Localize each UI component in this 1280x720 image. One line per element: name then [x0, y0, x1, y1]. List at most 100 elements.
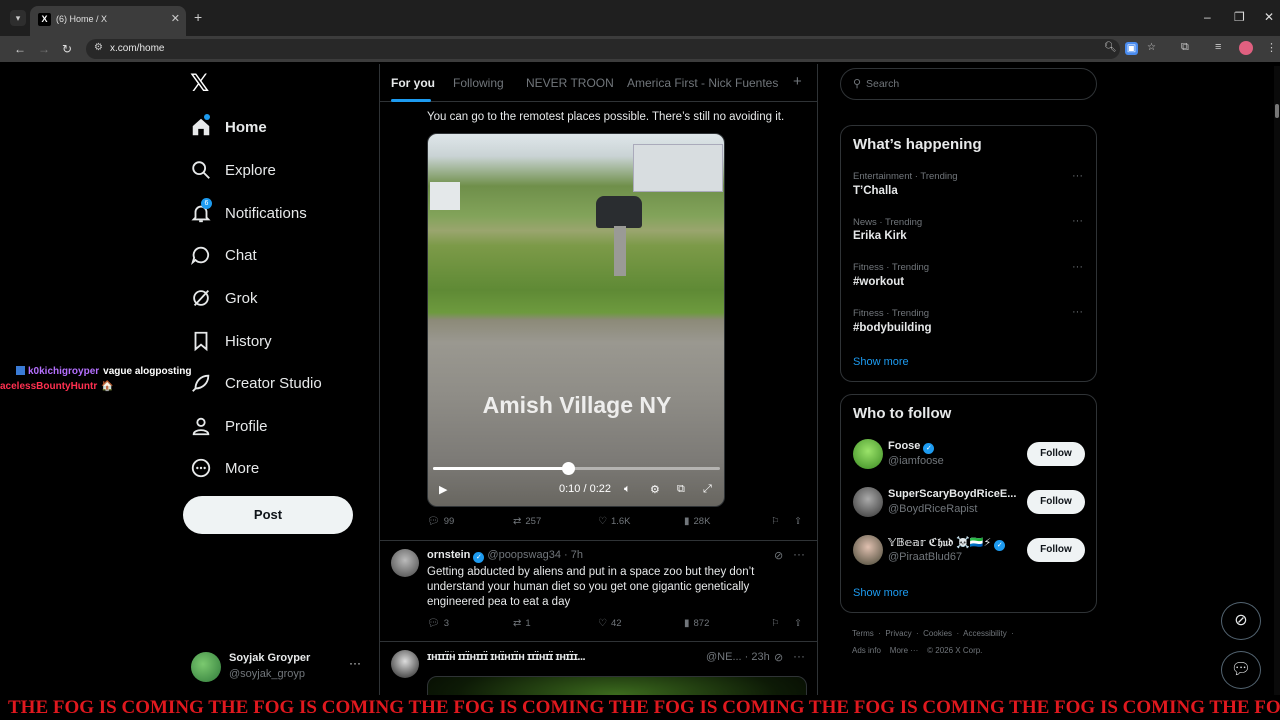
footer-link[interactable]: Accessibility	[963, 629, 1007, 638]
x-logo-icon[interactable]: 𝕏	[190, 71, 214, 97]
more-dots-icon[interactable]: ···	[1072, 215, 1083, 227]
address-bar[interactable]: ⚙ x.com/home 🔍︎ ▣ ☆	[86, 39, 1156, 59]
site-info-icon[interactable]: ⚙	[94, 42, 103, 53]
tab-following[interactable]: Following	[453, 76, 504, 90]
author-handle[interactable]: @NE... · 23h	[706, 651, 770, 663]
fullscreen-icon[interactable]: ⤢	[703, 483, 712, 496]
like-button[interactable]: ♡ 1.6K	[598, 516, 631, 527]
nav-creator-studio[interactable]: Creator Studio	[190, 367, 322, 399]
trend-item[interactable]: T’Challa	[853, 185, 898, 197]
back-icon[interactable]: ←	[14, 41, 26, 57]
like-button[interactable]: ♡ 42	[598, 618, 622, 629]
trend-item[interactable]: #workout	[853, 276, 904, 288]
author-name[interactable]: ɪʜɪɪɪ̈ʜ̈ ɪɪɪ̈ʜɪɪɪ̈ ɪʜɪ̈ʜɪɪ̈ʜ ɪɪɪ̈ʜɪɪ̈ ɪʜ…	[427, 651, 586, 663]
grok-explain-icon[interactable]: ⊘	[774, 651, 783, 664]
scrollbar-thumb[interactable]	[1275, 104, 1279, 118]
bookmark-post-icon[interactable]: ⚐	[771, 618, 780, 629]
author-name[interactable]: ornstein	[427, 549, 470, 561]
nav-history[interactable]: History	[190, 325, 272, 357]
follow-button[interactable]: Follow	[1027, 442, 1085, 466]
reply-button[interactable]: 💬︎ 3	[427, 618, 449, 629]
minimize-icon[interactable]: –	[1204, 10, 1211, 24]
pip-icon[interactable]: ⧉	[677, 483, 685, 496]
share-icon[interactable]: ⇪	[794, 618, 802, 629]
video-player[interactable]: Amish Village NY ▶ 0:10 / 0:22 🔈︎ ⚙ ⧉ ⤢	[427, 133, 725, 507]
footer-link[interactable]: Cookies	[923, 629, 952, 638]
nav-notifications[interactable]: 6 Notifications	[190, 197, 307, 229]
footer-link[interactable]: Terms	[852, 629, 874, 638]
more-dots-icon[interactable]: ···	[349, 656, 361, 670]
search-input[interactable]: Search	[866, 78, 899, 90]
new-tab-icon[interactable]: +	[194, 10, 202, 24]
window-close-icon[interactable]: ✕	[1264, 10, 1274, 24]
footer-link[interactable]: Ads info	[852, 646, 881, 655]
volume-icon[interactable]: 🔈︎	[624, 483, 631, 496]
media-control-icon[interactable]: ≡	[1215, 41, 1221, 53]
avatar[interactable]	[853, 487, 883, 517]
extensions-icon[interactable]: ⧉	[1181, 41, 1189, 54]
follow-suggestion-name[interactable]: 𝕐𝔹𝕖𝕒𝕣 ℭ𝔥𝔲𝔡 ☠️🇸🇱⚡ ✓	[888, 536, 1008, 551]
footer-link[interactable]: More ···	[890, 646, 918, 655]
repost-button[interactable]: ⇄ 1	[513, 618, 531, 629]
avatar[interactable]	[853, 439, 883, 469]
more-dots-icon[interactable]: ···	[1072, 170, 1083, 182]
avatar[interactable]	[391, 549, 419, 577]
nav-home[interactable]: Home	[190, 111, 267, 143]
nav-chat[interactable]: Chat	[190, 239, 257, 271]
bookmark-icon	[190, 330, 212, 352]
views-button[interactable]: ▮ 28K	[684, 516, 710, 527]
tab-for-you[interactable]: For you	[391, 76, 435, 90]
video-scrubber-handle[interactable]	[561, 462, 575, 475]
chat-message: vague alogposting	[103, 366, 192, 377]
follow-button[interactable]: Follow	[1027, 490, 1085, 514]
search-box[interactable]: ⚲ Search	[840, 68, 1097, 100]
bookmark-star-icon[interactable]: ☆	[1147, 42, 1156, 53]
post-button[interactable]: Post	[183, 496, 353, 534]
reload-icon[interactable]: ↻	[62, 41, 72, 57]
show-more-link[interactable]: Show more	[853, 356, 909, 368]
bookmark-post-icon[interactable]: ⚐	[771, 516, 780, 527]
settings-gear-icon[interactable]: ⚙	[650, 483, 660, 496]
nav-explore[interactable]: Explore	[190, 154, 276, 186]
restore-icon[interactable]: ❐	[1234, 10, 1245, 24]
browser-tab[interactable]: X (6) Home / X ✕	[30, 6, 186, 36]
browser-profile-avatar[interactable]	[1239, 41, 1253, 55]
play-icon[interactable]: ▶	[439, 483, 447, 496]
show-more-link[interactable]: Show more	[853, 587, 909, 599]
follow-suggestion-name[interactable]: Foose ✓	[888, 440, 937, 454]
zoom-icon[interactable]: 🔍︎	[1104, 42, 1117, 53]
more-dots-icon[interactable]: ···	[1072, 261, 1083, 273]
views-button[interactable]: ▮ 872	[684, 618, 709, 629]
follow-suggestion-name[interactable]: SuperScaryBoydRiceE...	[888, 488, 1016, 500]
repost-button[interactable]: ⇄ 257	[513, 516, 541, 527]
follow-button[interactable]: Follow	[1027, 538, 1085, 562]
author-handle[interactable]: @poopswag34 · 7h	[487, 549, 583, 561]
share-icon[interactable]: ⇪	[794, 516, 802, 527]
more-dots-icon[interactable]: ···	[793, 547, 805, 561]
grok-explain-icon[interactable]: ⊘	[774, 549, 783, 562]
avatar[interactable]	[391, 650, 419, 678]
video-progress-bar[interactable]	[433, 462, 720, 475]
nav-grok[interactable]: Grok	[190, 282, 258, 314]
trend-item[interactable]: #bodybuilding	[853, 322, 932, 334]
grok-fab-icon[interactable]: ⊘	[1221, 602, 1261, 640]
avatar[interactable]	[853, 535, 883, 565]
tab-never-troon[interactable]: NEVER TROON	[526, 76, 614, 90]
more-dots-icon[interactable]: ···	[793, 649, 805, 663]
nav-more[interactable]: More	[190, 452, 259, 484]
tab-close-icon[interactable]: ✕	[171, 12, 180, 25]
more-dots-icon[interactable]: ···	[1072, 306, 1083, 318]
tab-america-first[interactable]: America First - Nick Fuentes	[627, 76, 778, 90]
trend-item[interactable]: Erika Kirk	[853, 230, 907, 242]
cast-icon[interactable]: ▣	[1125, 42, 1138, 55]
reply-button[interactable]: 💬︎ 99	[427, 516, 454, 527]
footer-link[interactable]: Privacy	[885, 629, 911, 638]
scrollbar[interactable]	[1274, 66, 1280, 720]
tab-list-icon[interactable]: ▾	[10, 10, 26, 26]
account-switcher[interactable]: Soyjak Groyper @soyjak_groyp ···	[191, 650, 366, 684]
browser-menu-icon[interactable]: ⋮	[1266, 41, 1277, 54]
add-tab-icon[interactable]: +	[793, 73, 802, 90]
forward-icon[interactable]: →	[38, 41, 50, 57]
messages-fab-icon[interactable]: 💬︎	[1221, 651, 1261, 689]
nav-profile[interactable]: Profile	[190, 410, 268, 442]
